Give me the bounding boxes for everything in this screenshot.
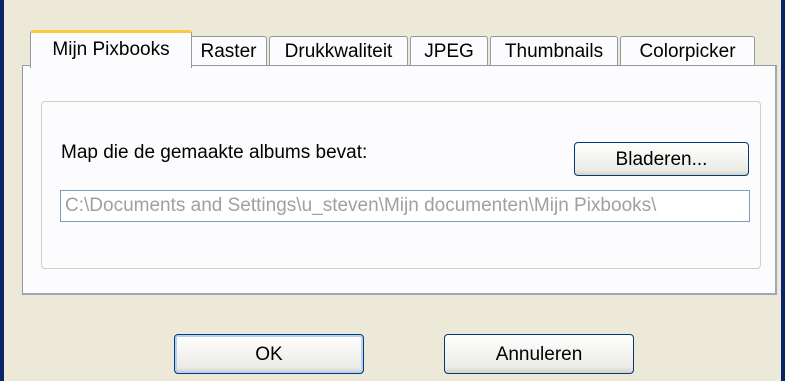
cancel-button[interactable]: Annuleren: [444, 334, 634, 374]
browse-button[interactable]: Bladeren...: [574, 142, 749, 176]
tab-panel: Map die de gemaakte albums bevat: Blader…: [22, 65, 777, 295]
tab-mijn-pixbooks[interactable]: Mijn Pixbooks: [30, 30, 192, 68]
ok-button[interactable]: OK: [174, 334, 364, 374]
tab-thumbnails[interactable]: Thumbnails: [490, 36, 618, 66]
settings-group: [41, 101, 761, 269]
tab-colorpicker[interactable]: Colorpicker: [620, 36, 755, 66]
tab-raster[interactable]: Raster: [190, 36, 267, 66]
folder-label: Map die de gemaakte albums bevat:: [61, 142, 368, 163]
window-border-right: [781, 0, 785, 381]
window-border-left: [0, 0, 4, 381]
tab-jpeg[interactable]: JPEG: [410, 36, 488, 66]
albums-path-field[interactable]: C:\Documents and Settings\u_steven\Mijn …: [60, 190, 750, 222]
tab-drukkwaliteit[interactable]: Drukkwaliteit: [269, 36, 408, 66]
